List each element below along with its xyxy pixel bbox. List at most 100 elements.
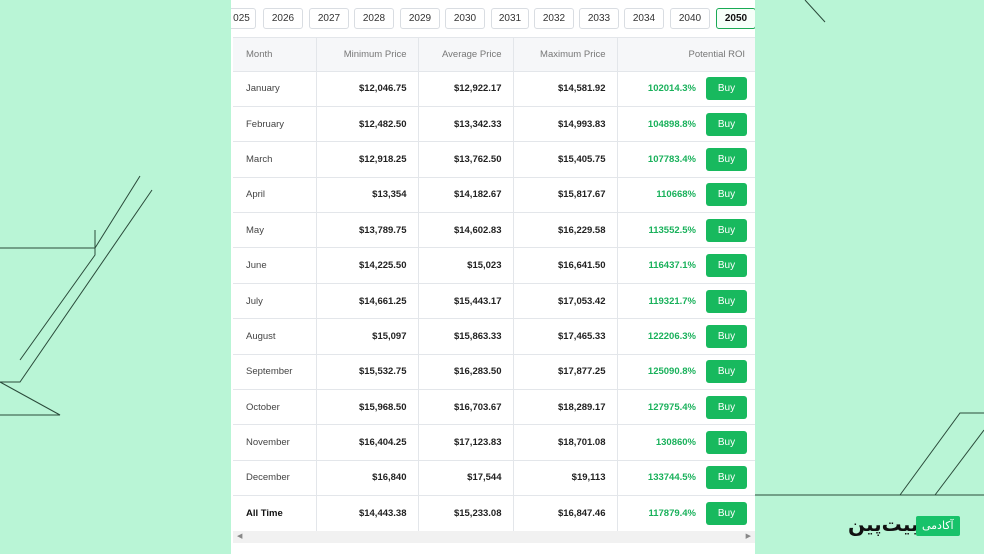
year-tab-2031[interactable]: 2031 [491, 8, 529, 29]
roi-cell: 130860% Buy [617, 424, 755, 461]
maximum-price-cell: $18,701.08 [513, 424, 618, 461]
roi-value: 107783.4% [647, 153, 696, 165]
table-row: June $14,225.50 $15,023 $16,641.50 116437.1%… [233, 247, 755, 284]
buy-button[interactable]: Buy [706, 324, 747, 348]
year-tab-2033[interactable]: 2033 [579, 8, 619, 29]
buy-button[interactable]: Buy [706, 147, 747, 171]
roi-cell: 110668% Buy [617, 177, 755, 214]
month-cell: All Time [233, 495, 317, 532]
month-cell: December [233, 460, 317, 497]
roi-cell: 125090.8% Buy [617, 354, 755, 391]
header-minimum-price: Minimum Price [316, 38, 419, 72]
month-cell: April [233, 177, 317, 214]
roi-cell: 133744.5% Buy [617, 460, 755, 497]
scroll-right-arrow-icon[interactable]: ▶ [746, 532, 751, 540]
year-tab-2050[interactable]: 2050 [716, 8, 755, 29]
maximum-price-cell: $14,581.92 [513, 71, 618, 107]
buy-button[interactable]: Buy [706, 360, 747, 384]
year-tab-2034[interactable]: 2034 [624, 8, 664, 29]
month-cell: July [233, 283, 317, 320]
header-maximum-price: Maximum Price [513, 38, 618, 72]
year-tab-2030[interactable]: 2030 [445, 8, 485, 29]
average-price-cell: $17,123.83 [418, 424, 514, 461]
roi-cell: 104898.8% Buy [617, 106, 755, 143]
table-row: All Time $14,443.38 $15,233.08 $16,847.46 11… [233, 495, 755, 532]
roi-value: 116437.1% [648, 260, 696, 272]
buy-button[interactable]: Buy [706, 289, 747, 313]
minimum-price-cell: $14,661.25 [316, 283, 419, 320]
roi-value: 117879.4% [648, 507, 696, 519]
minimum-price-cell: $12,482.50 [316, 106, 419, 143]
roi-value: 102014.3% [647, 83, 696, 95]
minimum-price-cell: $12,918.25 [316, 141, 419, 178]
buy-button[interactable]: Buy [706, 466, 747, 490]
minimum-price-cell: $13,354 [316, 177, 419, 214]
maximum-price-cell: $18,289.17 [513, 389, 618, 426]
header-average-price: Average Price [418, 38, 514, 72]
roi-cell: 127975.4% Buy [617, 389, 755, 426]
table-row: November $16,404.25 $17,123.83 $18,701.08 13… [233, 424, 755, 461]
header-month: Month [233, 38, 317, 72]
minimum-price-cell: $16,840 [316, 460, 419, 497]
horizontal-scrollbar[interactable]: ◀ ▶ [233, 531, 755, 543]
average-price-cell: $12,922.17 [418, 71, 514, 107]
average-price-cell: $15,863.33 [418, 318, 514, 355]
minimum-price-cell: $16,404.25 [316, 424, 419, 461]
roi-value: 110668% [656, 189, 696, 201]
month-cell: September [233, 354, 317, 391]
minimum-price-cell: $12,046.75 [316, 71, 419, 107]
year-tab-2040[interactable]: 2040 [670, 8, 710, 29]
roi-value: 130860% [655, 437, 696, 449]
average-price-cell: $16,283.50 [418, 354, 514, 391]
average-price-cell: $16,703.67 [418, 389, 514, 426]
buy-button[interactable]: Buy [706, 254, 747, 278]
roi-cell: 113552.5% Buy [617, 212, 755, 249]
year-tab-2029[interactable]: 2029 [400, 8, 440, 29]
scroll-left-arrow-icon[interactable]: ◀ [237, 532, 242, 540]
table-header-row: Month Minimum Price Average Price Maximu… [233, 38, 755, 72]
minimum-price-cell: $14,443.38 [316, 495, 419, 532]
minimum-price-cell: $15,532.75 [316, 354, 419, 391]
maximum-price-cell: $17,877.25 [513, 354, 618, 391]
logo-wordmark: بیت‌پین [848, 512, 919, 536]
maximum-price-cell: $19,113 [513, 460, 618, 497]
table-row: December $16,840 $17,544 $19,113 133744.5% Bu… [233, 460, 755, 497]
table-row: March $12,918.25 $13,762.50 $15,405.75 10778… [233, 141, 755, 178]
roi-value: 125090.8% [647, 366, 696, 378]
roi-cell: 116437.1% Buy [617, 247, 755, 284]
header-potential-roi: Potential ROI [617, 38, 755, 72]
roi-cell: 107783.4% Buy [617, 141, 755, 178]
month-cell: May [233, 212, 317, 249]
year-tab-2028[interactable]: 2028 [354, 8, 394, 29]
year-tab-2027[interactable]: 2027 [309, 8, 349, 29]
roi-value: 122206.3% [647, 330, 696, 342]
month-cell: October [233, 389, 317, 426]
average-price-cell: $14,182.67 [418, 177, 514, 214]
minimum-price-cell: $15,097 [316, 318, 419, 355]
buy-button[interactable]: Buy [706, 77, 747, 101]
year-tab-2032[interactable]: 2032 [534, 8, 574, 29]
buy-button[interactable]: Buy [706, 431, 747, 455]
price-table: Month Minimum Price Average Price Maximu… [233, 37, 755, 532]
year-tab-2026[interactable]: 2026 [263, 8, 303, 29]
year-tab-2025[interactable]: 025 [231, 8, 256, 29]
roi-cell: 119321.7% Buy [617, 283, 755, 320]
buy-button[interactable]: Buy [706, 183, 747, 207]
buy-button[interactable]: Buy [706, 501, 747, 525]
table-row: September $15,532.75 $16,283.50 $17,877.25 1… [233, 354, 755, 391]
buy-button[interactable]: Buy [706, 395, 747, 419]
buy-button[interactable]: Buy [706, 112, 747, 136]
roi-cell: 122206.3% Buy [617, 318, 755, 355]
month-cell: March [233, 141, 317, 178]
maximum-price-cell: $14,993.83 [513, 106, 618, 143]
maximum-price-cell: $16,847.46 [513, 495, 618, 532]
average-price-cell: $15,443.17 [418, 283, 514, 320]
minimum-price-cell: $15,968.50 [316, 389, 419, 426]
buy-button[interactable]: Buy [706, 218, 747, 242]
table-row: February $12,482.50 $13,342.33 $14,993.83 10… [233, 106, 755, 143]
table-row: May $13,789.75 $14,602.83 $16,229.58 113552.… [233, 212, 755, 249]
month-cell: June [233, 247, 317, 284]
maximum-price-cell: $15,405.75 [513, 141, 618, 178]
roi-value: 127975.4% [647, 401, 696, 413]
year-tabs: 025 2026 2027 2028 2029 2030 2031 2032 2… [231, 8, 755, 30]
